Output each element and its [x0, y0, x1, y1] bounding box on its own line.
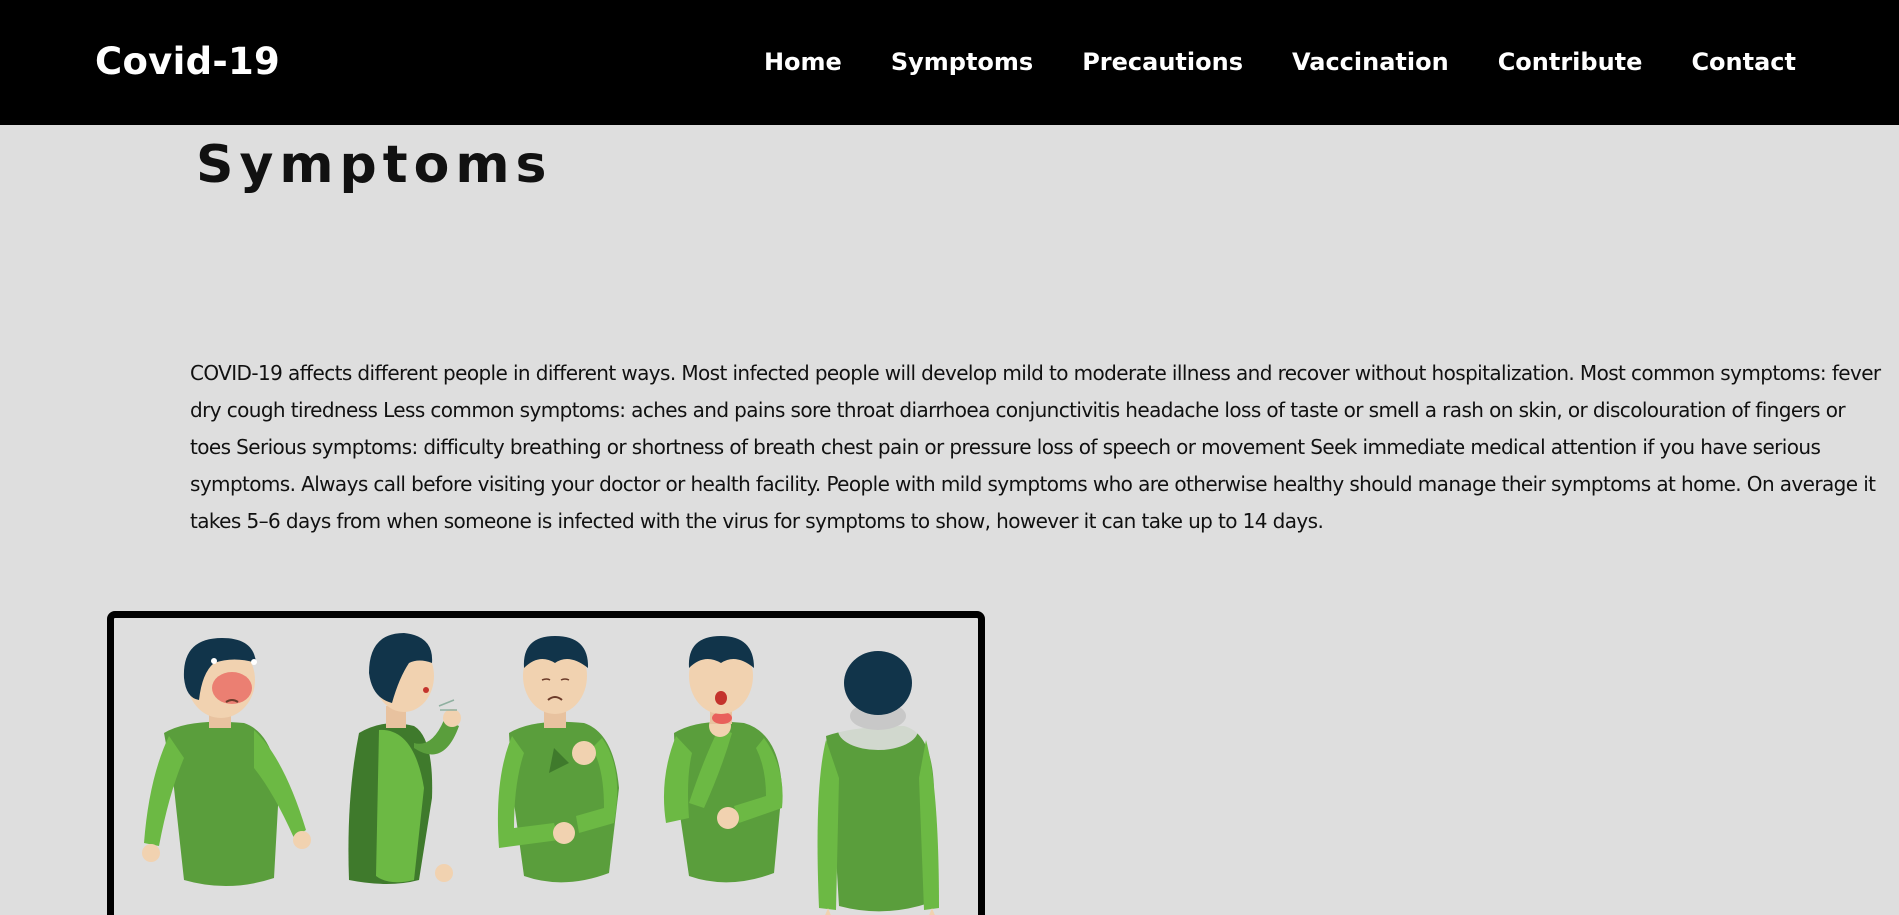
nav-links: Home Symptoms Precautions Vaccination Co… [764, 46, 1796, 78]
nav-contribute[interactable]: Contribute [1498, 46, 1643, 78]
intro-paragraph: COVID-19 affects different people in dif… [190, 361, 1881, 533]
sore-throat-figure [663, 636, 783, 883]
brand-logo[interactable]: Covid-19 [95, 40, 280, 84]
loss-of-speech-figure [817, 651, 939, 915]
chest-pain-figure [497, 636, 619, 883]
page-title: Symptoms [196, 135, 553, 195]
fever-figure [142, 638, 311, 887]
nav-vaccination[interactable]: Vaccination [1292, 46, 1449, 78]
nav-precautions[interactable]: Precautions [1082, 46, 1243, 78]
nav-symptoms[interactable]: Symptoms [891, 46, 1033, 78]
symptoms-illustration-frame [107, 611, 985, 915]
symptoms-illustration [142, 633, 939, 915]
nav-contact[interactable]: Contact [1691, 46, 1796, 78]
nav-home[interactable]: Home [764, 46, 842, 78]
cough-figure [348, 633, 461, 884]
navbar: Covid-19 Home Symptoms Precautions Vacci… [0, 0, 1899, 125]
